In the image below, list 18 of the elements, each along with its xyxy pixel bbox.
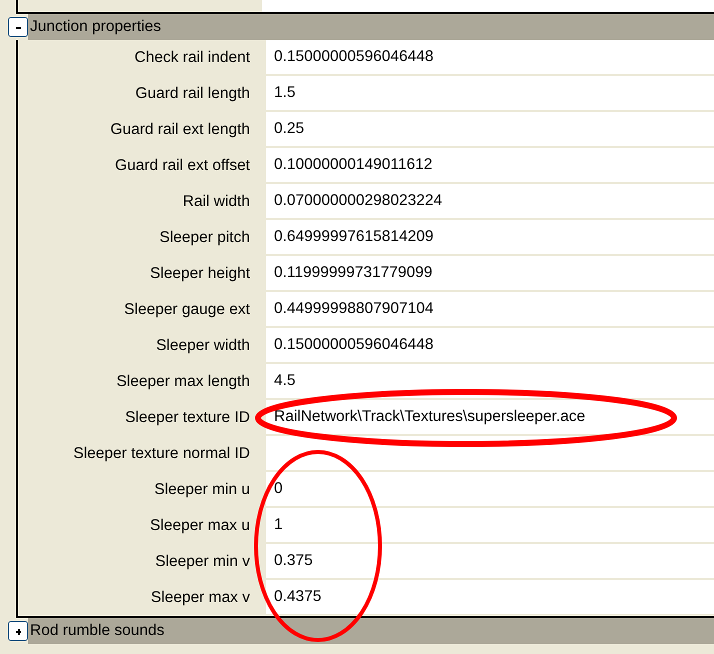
property-value[interactable]: 1 bbox=[266, 508, 714, 544]
property-value[interactable]: 0.4375 bbox=[266, 580, 714, 616]
property-value[interactable]: 0 bbox=[266, 472, 714, 508]
property-value[interactable]: 1.5 bbox=[266, 76, 714, 112]
property-value[interactable]: 0.64999997615814209 bbox=[266, 220, 714, 256]
property-value[interactable]: 0.15000000596046448 bbox=[266, 328, 714, 364]
property-value[interactable]: 0.15000000596046448 bbox=[266, 40, 714, 76]
collapse-button[interactable] bbox=[8, 621, 28, 641]
property-value[interactable]: 0.375 bbox=[266, 544, 714, 580]
group-title: Junction properties bbox=[28, 14, 714, 40]
property-value[interactable]: 0.070000000298023224 bbox=[266, 184, 714, 220]
property-value[interactable]: 0.25 bbox=[266, 112, 714, 148]
property-value[interactable]: 0.11999999731779099 bbox=[266, 256, 714, 292]
collapse-button[interactable] bbox=[8, 17, 28, 37]
group-title: Rod rumble sounds bbox=[28, 618, 714, 644]
property-value[interactable]: 0.10000000149011612 bbox=[266, 148, 714, 184]
property-value[interactable]: 0.44999998807907104 bbox=[266, 292, 714, 328]
property-value[interactable]: RailNetwork\Track\Textures\supersleeper.ace bbox=[266, 400, 714, 436]
